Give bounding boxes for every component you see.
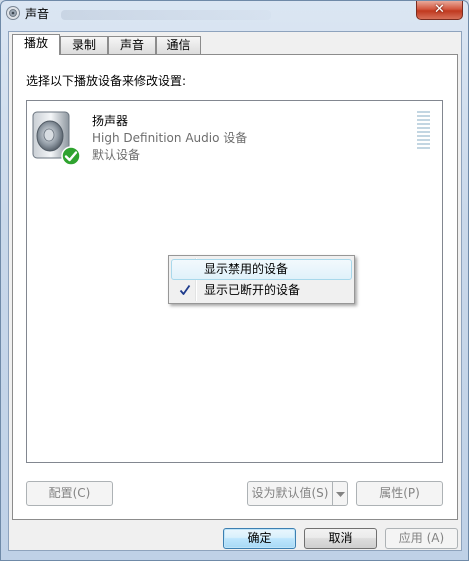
apply-button[interactable]: 应用 (A) (385, 528, 458, 549)
menu-item-show-disabled-devices[interactable]: 显示禁用的设备 (171, 259, 352, 280)
sound-dialog-window: 声音 ✕ 播放 录制 声音 通信 选择以下播放设备来修改设置: 扬声器 High… (0, 0, 469, 561)
default-check-icon (61, 146, 81, 166)
close-icon: ✕ (434, 2, 445, 17)
close-button[interactable]: ✕ (416, 1, 463, 20)
tab-playback[interactable]: 播放 (12, 34, 60, 55)
menu-item-show-disconnected-devices[interactable]: 显示已断开的设备 (171, 280, 352, 301)
sound-app-icon (6, 6, 20, 20)
volume-level-meter (417, 111, 430, 149)
cancel-button[interactable]: 取消 (304, 528, 377, 549)
title-bar-background-reflection (61, 10, 271, 20)
level-meter-segment (417, 131, 430, 133)
window-title: 声音 (25, 7, 50, 21)
chevron-down-icon (336, 492, 345, 497)
device-driver: High Definition Audio 设备 (92, 131, 248, 145)
set-default-button[interactable]: 设为默认值(S) (247, 481, 333, 506)
properties-button[interactable]: 属性(P) (356, 481, 443, 506)
tab-sounds[interactable]: 声音 (108, 36, 156, 54)
ok-button[interactable]: 确定 (223, 528, 296, 549)
title-bar[interactable]: 声音 ✕ (1, 1, 468, 27)
level-meter-segment (417, 135, 430, 137)
level-meter-segment (417, 143, 430, 145)
level-meter-segment (417, 139, 430, 141)
tab-communications[interactable]: 通信 (156, 36, 201, 54)
device-status: 默认设备 (92, 148, 141, 162)
level-meter-segment (417, 115, 430, 117)
device-name: 扬声器 (92, 114, 129, 128)
configure-button[interactable]: 配置(C) (26, 481, 113, 506)
level-meter-segment (417, 147, 430, 149)
level-meter-segment (417, 123, 430, 125)
device-list-context-menu: 显示禁用的设备 显示已断开的设备 (168, 255, 355, 304)
set-default-split-button[interactable]: 设为默认值(S) (247, 481, 348, 506)
level-meter-segment (417, 119, 430, 121)
set-default-dropdown-button[interactable] (332, 481, 348, 506)
level-meter-segment (417, 127, 430, 129)
tab-recording[interactable]: 录制 (60, 36, 108, 54)
level-meter-segment (417, 111, 430, 113)
instruction-label: 选择以下播放设备来修改设置: (26, 74, 187, 88)
checkmark-icon (179, 284, 191, 295)
